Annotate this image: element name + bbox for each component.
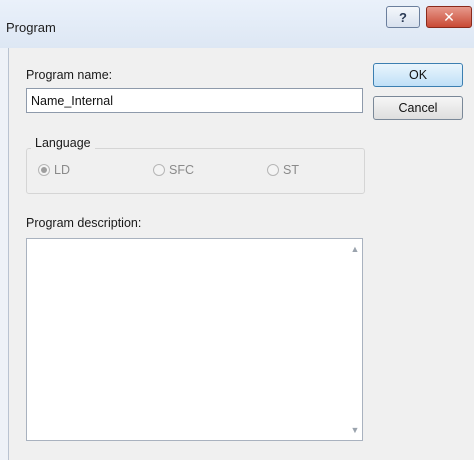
language-groupbox: [26, 148, 365, 194]
language-group-label: Language: [31, 136, 95, 150]
ok-button[interactable]: OK: [373, 63, 463, 87]
radio-ld[interactable]: LD: [38, 163, 70, 177]
program-name-label: Program name:: [26, 68, 113, 82]
radio-st-label: ST: [283, 163, 299, 177]
close-button[interactable]: ✕: [426, 6, 472, 28]
radio-ld-indicator: [38, 164, 50, 176]
scroll-down-icon[interactable]: ▼: [349, 424, 361, 436]
dialog-client-area: Program name: OK Cancel Language LD SFC …: [8, 48, 474, 460]
help-icon: ?: [399, 9, 407, 25]
radio-sfc[interactable]: SFC: [153, 163, 194, 177]
cancel-button[interactable]: Cancel: [373, 96, 463, 120]
radio-ld-label: LD: [54, 163, 70, 177]
radio-sfc-label: SFC: [169, 163, 194, 177]
radio-st[interactable]: ST: [267, 163, 299, 177]
close-icon: ✕: [443, 8, 455, 25]
title-bar[interactable]: Program ? ✕: [0, 0, 474, 48]
program-name-input[interactable]: [26, 88, 363, 113]
help-button[interactable]: ?: [386, 6, 420, 28]
scroll-up-icon[interactable]: ▲: [349, 243, 361, 255]
program-description-textarea[interactable]: ▲ ▼: [26, 238, 363, 441]
program-description-label: Program description:: [26, 216, 142, 230]
radio-sfc-indicator: [153, 164, 165, 176]
program-dialog: Program ? ✕ Program name: OK Cancel Lang…: [0, 0, 474, 460]
window-title: Program: [6, 20, 56, 35]
radio-st-indicator: [267, 164, 279, 176]
